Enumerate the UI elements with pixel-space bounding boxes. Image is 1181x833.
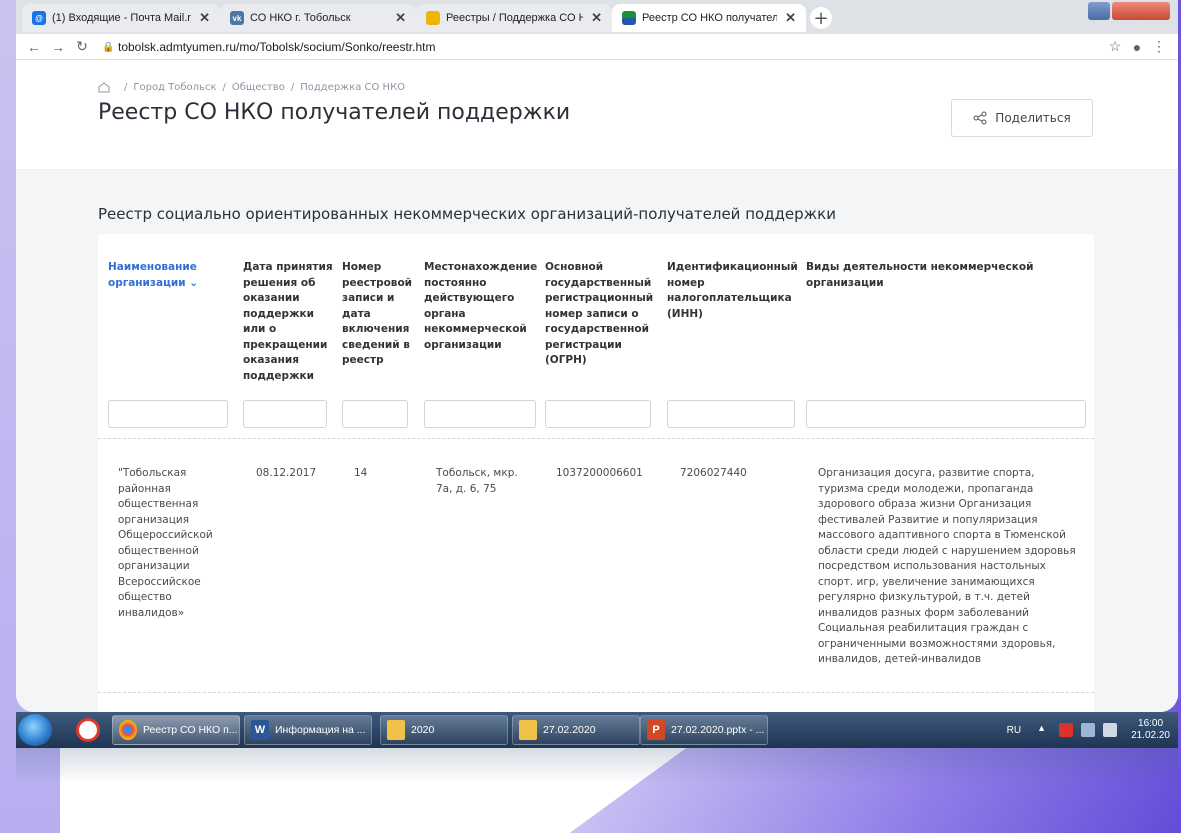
url-field[interactable]: tobolsk.admtyumen.ru/mo/Tobolsk/socium/S… [118,40,1104,54]
breadcrumb-separator: / [290,82,295,93]
os-taskbar: Реестр СО НКО п... W Информация на ... 2… [16,712,1178,748]
registry-table: Наименование организации ⌄ Дата принятия… [98,234,1094,712]
share-button[interactable]: Поделиться [951,99,1093,137]
filter-input-activities[interactable] [806,400,1086,428]
page-title: Реестр СО НКО получателей поддержки [98,100,571,125]
close-window-button[interactable] [1112,2,1170,20]
filter-input-name[interactable] [108,400,228,428]
breadcrumb-item-society[interactable]: Общество [232,82,285,93]
language-indicator[interactable]: RU [1007,725,1021,736]
word-icon: W [251,720,269,740]
site-favicon-icon [426,11,440,25]
table-cell-name: "Тобольская районная общественная органи… [118,467,213,619]
forward-arrow-icon[interactable]: → [48,39,68,55]
close-tab-icon[interactable]: ✕ [199,10,210,26]
table-cell-decision-date: 08.12.2017 [256,467,317,479]
taskbar-item-folder-2020[interactable]: 2020 [380,715,508,745]
browser-tab-mail[interactable]: @ (1) Входящие - Почта Mail.ru ✕ [22,4,220,32]
folder-icon [519,720,537,740]
table-cell-inn: 7206027440 [680,467,747,479]
tab-strip: @ (1) Входящие - Почта Mail.ru ✕ vk СО Н… [16,0,1178,34]
breadcrumb: / Город Тобольск / Общество / Поддержка … [98,82,405,93]
column-header-location[interactable]: Местонахождение постоянно действующего о… [424,260,537,353]
flag-icon [622,11,636,25]
chrome-icon [119,720,137,740]
taskbar-item-word[interactable]: W Информация на ... [244,715,372,745]
table-cell-ogrn: 1037200006601 [556,467,643,479]
system-tray: RU ▲ 16:00 21.02.20 [1007,712,1170,748]
close-tab-icon[interactable]: ✕ [395,10,406,26]
start-button[interactable] [18,714,52,746]
mail-icon: @ [32,11,46,25]
minimize-button[interactable] [1088,2,1110,20]
column-header-name[interactable]: Наименование организации ⌄ [108,260,226,291]
taskbar-item-folder-date[interactable]: 27.02.2020 [512,715,640,745]
column-header-ogrn[interactable]: Основной государственный регистрационный… [545,260,657,369]
network-warning-icon[interactable] [1059,723,1074,737]
folder-icon [387,720,405,740]
breadcrumb-separator: / [222,82,226,93]
table-cell-record-number: 14 [354,467,368,479]
browser-tab-registries[interactable]: Реестры / Поддержка СО НКО / ✕ [416,4,612,32]
browser-tab-active[interactable]: Реестр СО НКО получателей по ✕ [612,4,806,32]
powerpoint-icon: P [647,720,665,740]
back-arrow-icon[interactable]: ← [24,39,44,55]
show-hidden-icons-icon[interactable]: ▲ [1037,723,1051,737]
table-cell-location: Тобольск, мкр. 7а, д. 6, 75 [436,467,518,495]
breadcrumb-item-city[interactable]: Город Тобольск [133,82,216,93]
share-label: Поделиться [995,111,1071,125]
action-center-icon[interactable] [1103,723,1118,737]
table-cell-activities: Организация досуга, развитие спорта, тур… [818,467,1076,665]
filter-input-decision-date[interactable] [243,400,327,428]
filter-input-record-number[interactable] [342,400,408,428]
share-icon [973,111,987,125]
taskbar-reflection [16,748,1178,784]
page-content: / Город Тобольск / Общество / Поддержка … [16,60,1178,712]
address-bar: ← → ↻ 🔒 tobolsk.admtyumen.ru/mo/Tobolsk/… [16,34,1178,60]
column-header-record-number[interactable]: Номер реестровой записи и дата включения… [342,260,412,369]
breadcrumb-separator: / [124,82,128,93]
breadcrumb-item-support[interactable]: Поддержка СО НКО [300,82,405,93]
close-tab-icon[interactable]: ✕ [785,10,796,26]
table-divider [98,438,1094,439]
column-header-activities[interactable]: Виды деятельности некоммерческой организ… [806,260,1046,291]
volume-icon[interactable] [1081,723,1096,737]
lock-icon: 🔒 [102,41,115,53]
filter-input-location[interactable] [424,400,536,428]
vk-icon: vk [230,11,244,25]
clock[interactable]: 16:00 21.02.20 [1131,718,1170,742]
column-header-inn[interactable]: Идентификационный номер налогоплательщик… [667,260,799,322]
browser-window: @ (1) Входящие - Почта Mail.ru ✕ vk СО Н… [16,0,1178,712]
close-tab-icon[interactable]: ✕ [591,10,602,26]
bookmark-star-icon[interactable]: ☆ [1104,38,1126,55]
column-header-decision-date[interactable]: Дата принятия решения об оказании поддер… [243,260,335,384]
yandex-browser-icon[interactable] [76,718,100,742]
home-icon[interactable] [98,82,110,93]
browser-tab-vk[interactable]: vk СО НКО г. Тобольск ✕ [220,4,416,32]
page-header: / Город Тобольск / Общество / Поддержка … [16,60,1178,170]
section-title: Реестр социально ориентированных некомме… [98,205,836,223]
table-divider [98,692,1094,693]
new-tab-button[interactable]: + [810,7,832,29]
menu-dots-icon[interactable]: ⋮ [1148,38,1170,55]
taskbar-item-chrome[interactable]: Реестр СО НКО п... [112,715,240,745]
reload-icon[interactable]: ↻ [72,38,92,55]
filter-input-ogrn[interactable] [545,400,651,428]
taskbar-item-powerpoint[interactable]: P 27.02.2020.pptx - ... [640,715,768,745]
filter-input-inn[interactable] [667,400,795,428]
account-icon[interactable]: ● [1126,39,1148,55]
